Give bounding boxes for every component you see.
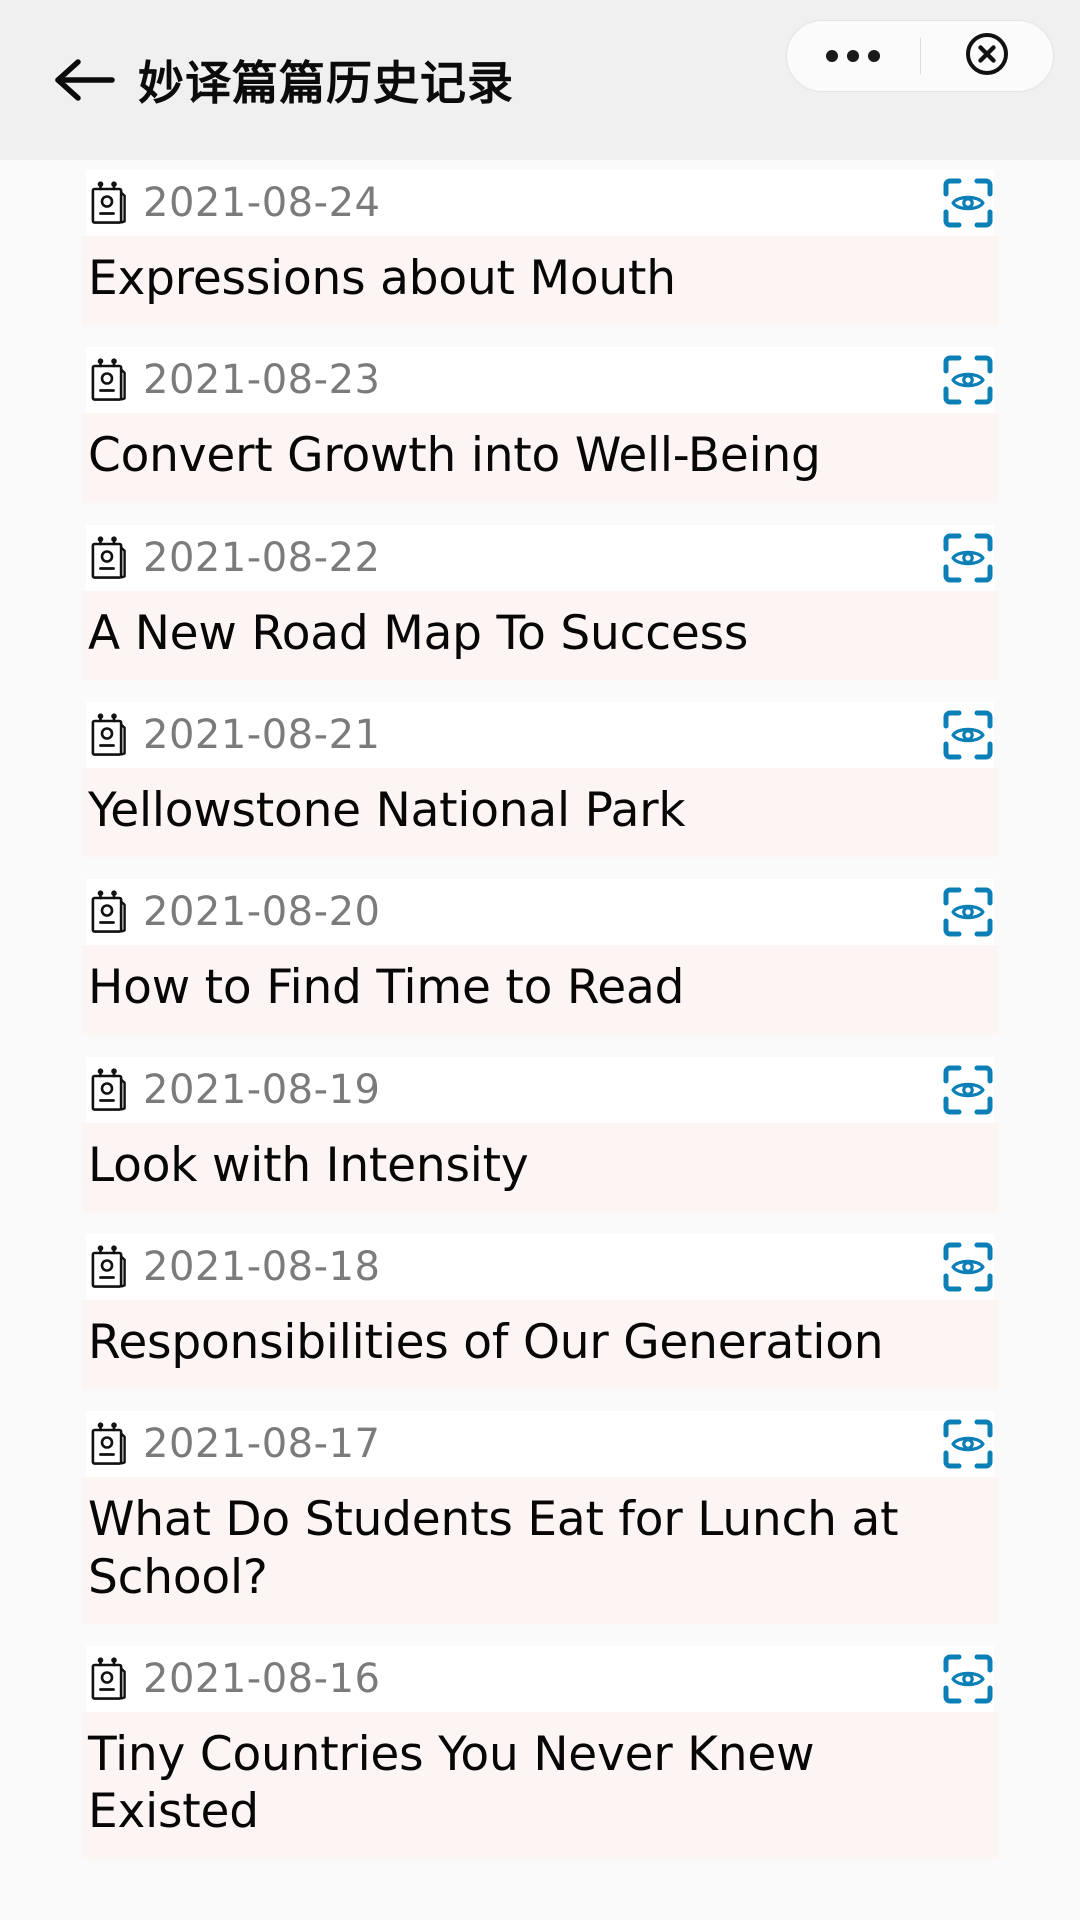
history-item[interactable]: 2021-08-16 Tiny Countries You Never Knew … <box>0 1645 1080 1859</box>
list-item-separator <box>0 1211 1080 1234</box>
eye-scan-icon[interactable] <box>942 532 994 584</box>
list-item-separator <box>0 325 1080 348</box>
history-list[interactable]: 2021-08-24 Expressions about Mouth 2021-08… <box>0 160 1080 1881</box>
history-title-row[interactable]: How to Find Time to Read <box>82 945 998 1035</box>
list-item-separator <box>0 1034 1080 1057</box>
history-date: 2021-08-20 <box>143 889 381 936</box>
close-circle-icon <box>962 29 1012 84</box>
history-title: What Do Students Eat for Lunch at School… <box>88 1492 899 1605</box>
history-date: 2021-08-19 <box>143 1066 381 1113</box>
history-title-row[interactable]: Look with Intensity <box>82 1122 998 1212</box>
history-date-row[interactable]: 2021-08-24 <box>86 170 994 236</box>
list-item-separator <box>0 1858 1080 1881</box>
history-item[interactable]: 2021-08-20 How to Find Time to Read <box>0 879 1080 1035</box>
history-date-row[interactable]: 2021-08-18 <box>86 1233 994 1300</box>
history-date: 2021-08-17 <box>143 1421 381 1468</box>
history-title: Responsibilities of Our Generation <box>88 1314 884 1370</box>
history-title: A New Road Map To Success <box>88 605 749 661</box>
history-title: Tiny Countries You Never Knew Existed <box>88 1726 815 1840</box>
history-date: 2021-08-18 <box>143 1243 381 1290</box>
history-item[interactable]: 2021-08-18 Responsibilities of Our Genera… <box>0 1233 1080 1390</box>
history-title: Look with Intensity <box>88 1137 529 1193</box>
memo-pad-icon <box>91 1657 126 1700</box>
history-item[interactable]: 2021-08-21 Yellowstone National Park <box>0 701 1080 858</box>
history-title-row[interactable]: Responsibilities of Our Generation <box>82 1299 998 1390</box>
memo-pad-icon <box>91 358 126 402</box>
list-item-separator <box>0 502 1080 525</box>
nav-bar: 妙译篇篇历史记录 <box>0 0 1080 160</box>
memo-pad-icon <box>91 536 126 579</box>
eye-scan-icon[interactable] <box>942 1241 994 1293</box>
close-button[interactable] <box>921 21 1054 91</box>
memo-pad-icon <box>91 713 126 756</box>
list-item-separator <box>0 1389 1080 1412</box>
memo-pad-icon <box>91 1245 126 1288</box>
history-date: 2021-08-24 <box>143 180 381 226</box>
history-date: 2021-08-16 <box>143 1655 381 1702</box>
eye-scan-icon[interactable] <box>942 1064 994 1116</box>
history-date: 2021-08-22 <box>143 534 381 581</box>
page-title: 妙译篇篇历史记录 <box>138 56 514 110</box>
list-item-separator <box>0 679 1080 702</box>
eye-scan-icon[interactable] <box>942 177 994 229</box>
arrow-left-icon <box>52 56 118 104</box>
history-date-row[interactable]: 2021-08-23 <box>86 347 994 414</box>
history-date-row[interactable]: 2021-08-21 <box>86 701 994 768</box>
memo-pad-icon <box>91 890 126 934</box>
history-date-row[interactable]: 2021-08-20 <box>86 879 994 946</box>
history-item[interactable]: 2021-08-17 What Do Students Eat for Lunch… <box>0 1411 1080 1624</box>
history-title-row[interactable]: What Do Students Eat for Lunch at School… <box>82 1477 998 1624</box>
history-item[interactable]: 2021-08-24 Expressions about Mouth <box>0 170 1080 326</box>
history-date-row[interactable]: 2021-08-19 <box>86 1056 994 1123</box>
history-title: How to Find Time to Read <box>88 960 685 1016</box>
history-title-row[interactable]: A New Road Map To Success <box>82 590 998 680</box>
eye-scan-icon[interactable] <box>942 1653 994 1705</box>
eye-scan-icon[interactable] <box>942 354 994 406</box>
history-date: 2021-08-23 <box>143 357 381 404</box>
more-horizontal-icon <box>826 50 881 62</box>
eye-scan-icon[interactable] <box>942 709 994 761</box>
history-title: Yellowstone National Park <box>88 782 686 838</box>
eye-scan-icon[interactable] <box>942 886 994 938</box>
back-button[interactable] <box>48 43 122 117</box>
memo-pad-icon <box>91 181 126 224</box>
more-button[interactable] <box>787 21 920 91</box>
history-date-row[interactable]: 2021-08-16 <box>86 1645 994 1712</box>
miniprogram-capsule <box>786 20 1054 92</box>
history-title: Expressions about Mouth <box>88 251 676 306</box>
history-title-row[interactable]: Tiny Countries You Never Knew Existed <box>82 1711 998 1859</box>
memo-pad-icon <box>91 1068 126 1111</box>
memo-pad-icon <box>91 1422 126 1466</box>
history-title-row[interactable]: Convert Growth into Well-Being <box>82 413 998 503</box>
list-item-separator <box>0 1623 1080 1646</box>
history-item[interactable]: 2021-08-22 A New Road Map To Success <box>0 524 1080 680</box>
history-item[interactable]: 2021-08-19 Look with Intensity <box>0 1056 1080 1212</box>
history-date-row[interactable]: 2021-08-22 <box>86 524 994 591</box>
history-title-row[interactable]: Expressions about Mouth <box>82 236 998 326</box>
history-title: Convert Growth into Well-Being <box>88 428 821 484</box>
history-title-row[interactable]: Yellowstone National Park <box>82 767 998 858</box>
history-item[interactable]: 2021-08-23 Convert Growth into Well-Being <box>0 347 1080 503</box>
history-date-row[interactable]: 2021-08-17 <box>86 1411 994 1478</box>
history-date: 2021-08-21 <box>143 711 381 758</box>
list-item-separator <box>0 857 1080 880</box>
eye-scan-icon[interactable] <box>942 1418 994 1470</box>
